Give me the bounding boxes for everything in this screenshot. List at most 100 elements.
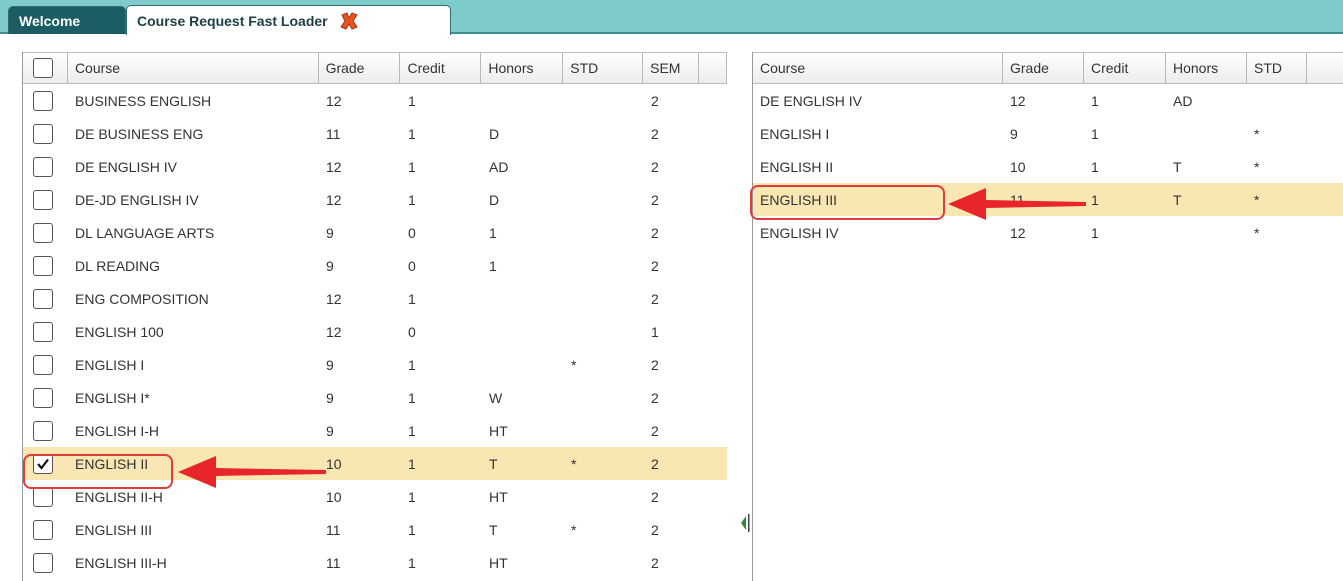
cell-honors: T xyxy=(1173,158,1182,175)
cell-grade: 12 xyxy=(1010,224,1026,241)
cell-credit: 0 xyxy=(408,323,416,340)
col-header-sem[interactable]: SEM xyxy=(643,53,700,83)
table-row[interactable]: DE-JD ENGLISH IV 12 1 D 2 xyxy=(23,183,727,216)
col-header-credit[interactable]: Credit xyxy=(400,53,482,83)
close-x-icon[interactable] xyxy=(338,10,360,32)
table-row[interactable]: ENG COMPOSITION 12 1 2 xyxy=(23,282,727,315)
tab-course-request-fast-loader[interactable]: Course Request Fast Loader xyxy=(126,5,451,35)
row-checkbox[interactable] xyxy=(33,321,53,342)
table-row[interactable]: DL READING 9 0 1 2 xyxy=(23,249,727,282)
cell-course: DE ENGLISH IV xyxy=(75,158,177,175)
row-checkbox[interactable] xyxy=(33,90,53,111)
cell-honors: D xyxy=(489,125,500,142)
table-row[interactable]: ENGLISH III 11 1 T * 2 xyxy=(23,513,727,546)
cell-course: DL READING xyxy=(75,257,161,274)
cell-grade: 9 xyxy=(326,422,334,439)
row-checkbox-cell xyxy=(23,321,68,342)
row-checkbox-cell xyxy=(23,486,68,507)
cell-std: * xyxy=(571,455,577,472)
cell-sem: 2 xyxy=(651,521,659,538)
cell-honors: HT xyxy=(489,554,508,571)
col-header-std[interactable]: STD xyxy=(563,53,644,83)
callout-left-selected xyxy=(23,454,173,489)
col-header-course[interactable]: Course xyxy=(753,53,1003,83)
cell-credit: 1 xyxy=(408,455,416,472)
row-checkbox[interactable] xyxy=(33,255,53,276)
row-checkbox[interactable] xyxy=(33,420,53,441)
available-courses-panel: Course Grade Credit Honors STD SEM BUSIN… xyxy=(22,52,728,581)
cell-sem: 1 xyxy=(651,323,659,340)
cell-honors: D xyxy=(489,191,500,208)
table-row[interactable]: DL LANGUAGE ARTS 9 0 1 2 xyxy=(23,216,727,249)
cell-std: * xyxy=(571,521,577,538)
col-header-std[interactable]: STD xyxy=(1247,53,1307,83)
row-checkbox-cell xyxy=(23,123,68,144)
table-row[interactable]: ENGLISH 100 12 0 1 xyxy=(23,315,727,348)
cell-credit: 1 xyxy=(408,92,416,109)
cell-credit: 0 xyxy=(408,257,416,274)
row-checkbox-cell xyxy=(23,354,68,375)
row-checkbox-cell xyxy=(23,255,68,276)
tab-welcome[interactable]: Welcome xyxy=(8,6,126,34)
table-row[interactable]: ENGLISH II 10 1 T * xyxy=(753,150,1343,183)
row-checkbox[interactable] xyxy=(33,156,53,177)
cell-course: DL LANGUAGE ARTS xyxy=(75,224,215,241)
select-all-checkbox[interactable] xyxy=(33,58,53,78)
cell-credit: 1 xyxy=(1091,158,1099,175)
table-row[interactable]: BUSINESS ENGLISH 12 1 2 xyxy=(23,84,727,117)
cell-honors: 1 xyxy=(489,224,497,241)
row-checkbox[interactable] xyxy=(33,354,53,375)
cell-grade: 11 xyxy=(326,521,341,538)
row-checkbox[interactable] xyxy=(33,123,53,144)
cell-credit: 1 xyxy=(1091,224,1099,241)
left-table-body: BUSINESS ENGLISH 12 1 2 DE BUSINESS ENG 11 1 D 2… xyxy=(23,84,727,579)
cell-course: ENGLISH 100 xyxy=(75,323,164,340)
col-header-course[interactable]: Course xyxy=(68,53,319,83)
table-row[interactable]: DE ENGLISH IV 12 1 AD xyxy=(753,84,1343,117)
row-checkbox[interactable] xyxy=(33,552,53,573)
row-checkbox-cell xyxy=(23,387,68,408)
row-checkbox[interactable] xyxy=(33,222,53,243)
tab-active-label: Course Request Fast Loader xyxy=(137,12,328,29)
row-checkbox[interactable] xyxy=(33,486,53,507)
cell-course: ENG COMPOSITION xyxy=(75,290,209,307)
callout-right-selected xyxy=(750,185,945,220)
cell-honors: W xyxy=(489,389,503,406)
cell-grade: 9 xyxy=(326,389,334,406)
row-checkbox[interactable] xyxy=(33,519,53,540)
cell-course: ENGLISH III-H xyxy=(75,554,167,571)
cell-grade: 10 xyxy=(326,488,342,505)
table-row[interactable]: ENGLISH I 9 1 * xyxy=(753,117,1343,150)
cell-grade: 9 xyxy=(326,257,334,274)
collapse-left-icon[interactable] xyxy=(740,512,750,534)
cell-std: * xyxy=(1254,224,1260,241)
cell-grade: 11 xyxy=(326,125,341,142)
cell-credit: 1 xyxy=(408,488,416,505)
row-checkbox[interactable] xyxy=(33,189,53,210)
cell-course: BUSINESS ENGLISH xyxy=(75,92,212,109)
cell-grade: 9 xyxy=(326,356,334,373)
cell-std: * xyxy=(571,356,577,373)
cell-std: * xyxy=(1254,158,1260,175)
cell-credit: 1 xyxy=(1091,92,1099,109)
table-row[interactable]: ENGLISH I* 9 1 W 2 xyxy=(23,381,727,414)
row-checkbox[interactable] xyxy=(33,288,53,309)
table-row[interactable]: ENGLISH III-H 11 1 HT 2 xyxy=(23,546,727,579)
col-header-grade[interactable]: Grade xyxy=(1003,53,1084,83)
table-row[interactable]: DE BUSINESS ENG 11 1 D 2 xyxy=(23,117,727,150)
row-checkbox-cell xyxy=(23,90,68,111)
table-row[interactable]: ENGLISH I 9 1 * 2 xyxy=(23,348,727,381)
cell-credit: 1 xyxy=(408,554,416,571)
cell-grade: 12 xyxy=(326,191,342,208)
col-header-honors[interactable]: Honors xyxy=(1166,53,1247,83)
col-header-credit[interactable]: Credit xyxy=(1084,53,1166,83)
cell-course: ENGLISH IV xyxy=(760,224,839,241)
table-row[interactable]: ENGLISH I-H 9 1 HT 2 xyxy=(23,414,727,447)
cell-honors: 1 xyxy=(489,257,497,274)
row-checkbox-cell xyxy=(23,420,68,441)
col-header-honors[interactable]: Honors xyxy=(481,53,564,83)
right-table-body: DE ENGLISH IV 12 1 AD ENGLISH I 9 1 * ENGLISH II… xyxy=(753,84,1343,249)
table-row[interactable]: DE ENGLISH IV 12 1 AD 2 xyxy=(23,150,727,183)
col-header-grade[interactable]: Grade xyxy=(319,53,401,83)
row-checkbox[interactable] xyxy=(33,387,53,408)
